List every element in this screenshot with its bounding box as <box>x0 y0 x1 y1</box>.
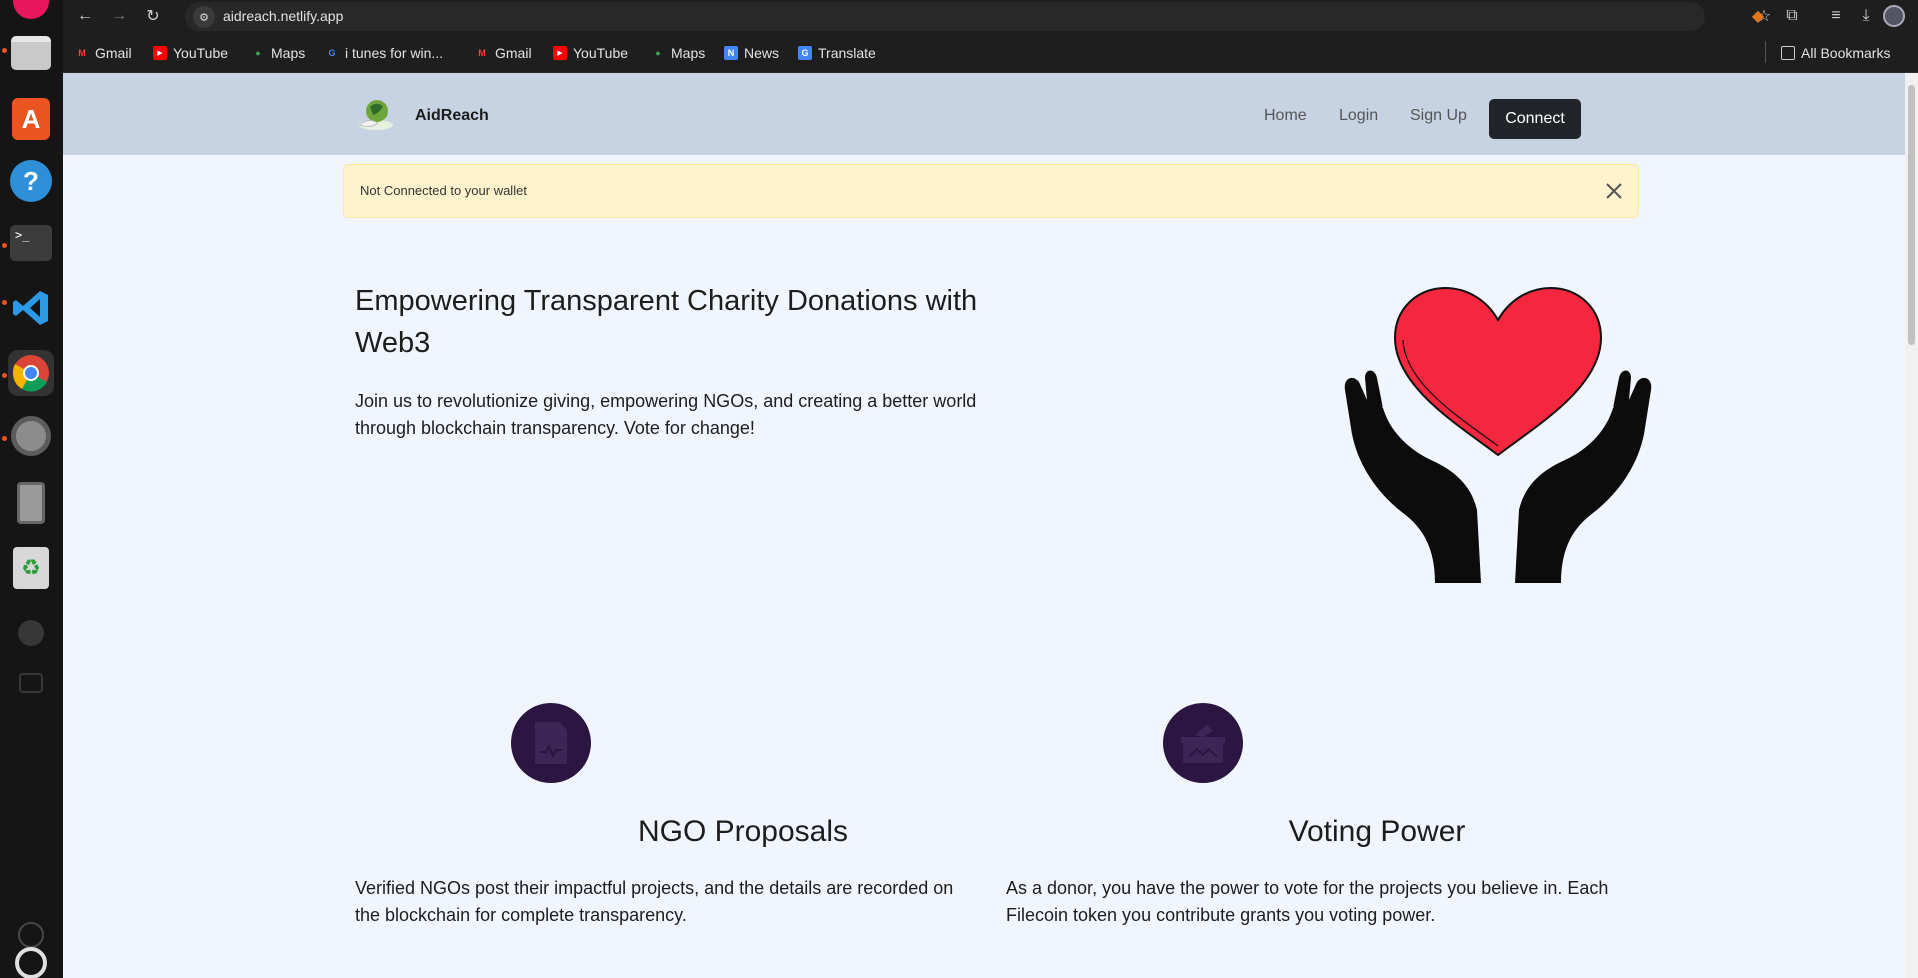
document-icon <box>511 703 591 783</box>
gmail-icon: M <box>478 48 486 58</box>
gmail-icon: M <box>78 48 86 58</box>
app-center-icon[interactable]: A <box>8 96 54 142</box>
app-icon-top[interactable] <box>8 0 54 24</box>
hero-title: Empowering Transparent Charity Donations… <box>355 285 978 359</box>
alert-message: Not Connected to your wallet <box>360 183 527 198</box>
nav-signup-link[interactable]: Sign Up <box>1410 107 1467 125</box>
brand-name[interactable]: AidReach <box>415 107 489 125</box>
site-navbar: AidReach Home Login Sign Up Connect <box>63 73 1905 155</box>
folder-icon <box>1781 46 1795 60</box>
bookmark-item[interactable]: N News <box>724 43 779 63</box>
forward-icon[interactable]: → <box>107 4 131 28</box>
bookmarks-bar: M Gmail ▶ YouTube ● Maps Gi tunes for win..… <box>63 33 1918 73</box>
bookmark-item[interactable]: M Gmail <box>475 43 531 63</box>
bookmark-item[interactable]: G Translate <box>798 43 876 63</box>
terminal-icon[interactable]: >_ <box>8 220 54 266</box>
show-apps-icon[interactable] <box>8 940 54 978</box>
youtube-icon: ▶ <box>153 46 167 60</box>
metamask-icon[interactable]: ◆ <box>1746 4 1770 28</box>
youtube-icon: ▶ <box>553 46 567 60</box>
news-icon: N <box>724 46 738 60</box>
bookmark-item[interactable]: ● Maps <box>251 43 305 63</box>
bookmark-item[interactable]: ● Maps <box>651 43 705 63</box>
feature-text-voting-power: As a donor, you have the power to vote f… <box>1006 878 1609 925</box>
phone-icon[interactable] <box>8 480 54 526</box>
download-icon[interactable]: ⤓ <box>1854 4 1878 28</box>
site-info-icon[interactable]: ⚙ <box>193 6 215 28</box>
files-icon[interactable] <box>8 30 54 76</box>
feature-title-ngo-proposals: NGO Proposals <box>637 815 849 848</box>
maps-icon: ● <box>255 48 261 58</box>
nav-login-link[interactable]: Login <box>1339 107 1378 125</box>
url-text: aidreach.netlify.app <box>223 8 344 24</box>
chrome-icon[interactable] <box>8 350 54 396</box>
media-icon[interactable]: ≡ <box>1824 4 1848 28</box>
heart-hands-illustration <box>1344 286 1652 583</box>
maps-icon: ● <box>655 48 661 58</box>
bookmark-item[interactable]: ▶ YouTube <box>153 43 228 63</box>
all-bookmarks-button[interactable]: All Bookmarks <box>1781 43 1890 63</box>
connect-wallet-button[interactable]: Connect <box>1489 99 1581 139</box>
feature-title-voting-power: Voting Power <box>1288 815 1466 848</box>
vscode-icon[interactable] <box>8 285 54 331</box>
close-icon[interactable] <box>1604 181 1624 201</box>
profile-avatar[interactable] <box>1882 4 1906 28</box>
translate-icon: G <box>798 46 812 60</box>
help-icon[interactable]: ? <box>8 158 54 204</box>
google-icon: G <box>328 48 336 58</box>
bookmark-item[interactable]: M Gmail <box>75 43 131 63</box>
wallet-alert: Not Connected to your wallet <box>343 164 1639 218</box>
reload-icon[interactable]: ↻ <box>141 4 165 28</box>
trash-icon[interactable]: ♻ <box>8 545 54 591</box>
bookmark-item[interactable]: Gi tunes for win... <box>325 43 443 63</box>
bookmark-item[interactable]: ▶ YouTube <box>553 43 628 63</box>
github-icon[interactable] <box>8 610 54 656</box>
aidreach-logo-icon[interactable] <box>356 95 396 133</box>
browser-toolbar: ← → ↻ ⚙ aidreach.netlify.app ☆ ◆ ⧉ ≡ ⤓ ⋮ <box>63 0 1918 33</box>
feature-text-ngo-proposals: Verified NGOs post their impactful proje… <box>355 878 954 925</box>
extensions-icon[interactable]: ⧉ <box>1780 4 1804 28</box>
page-scrollbar[interactable] <box>1905 73 1918 978</box>
scrollbar-thumb[interactable] <box>1908 85 1915 345</box>
address-bar[interactable]: ⚙ aidreach.netlify.app ☆ <box>185 2 1771 31</box>
settings-icon[interactable] <box>8 413 54 459</box>
nav-home-link[interactable]: Home <box>1264 107 1307 125</box>
hero-description: Join us to revolutionize giving, empower… <box>355 391 977 438</box>
chat-icon[interactable] <box>8 660 54 706</box>
menu-kebab-icon[interactable]: ⋮ <box>1912 4 1918 28</box>
ubuntu-dock: A ? >_ ♻ <box>0 0 63 978</box>
ballot-box-icon <box>1163 703 1243 783</box>
back-icon[interactable]: ← <box>73 4 97 28</box>
page-viewport: AidReach Home Login Sign Up Connect Not … <box>63 73 1905 978</box>
